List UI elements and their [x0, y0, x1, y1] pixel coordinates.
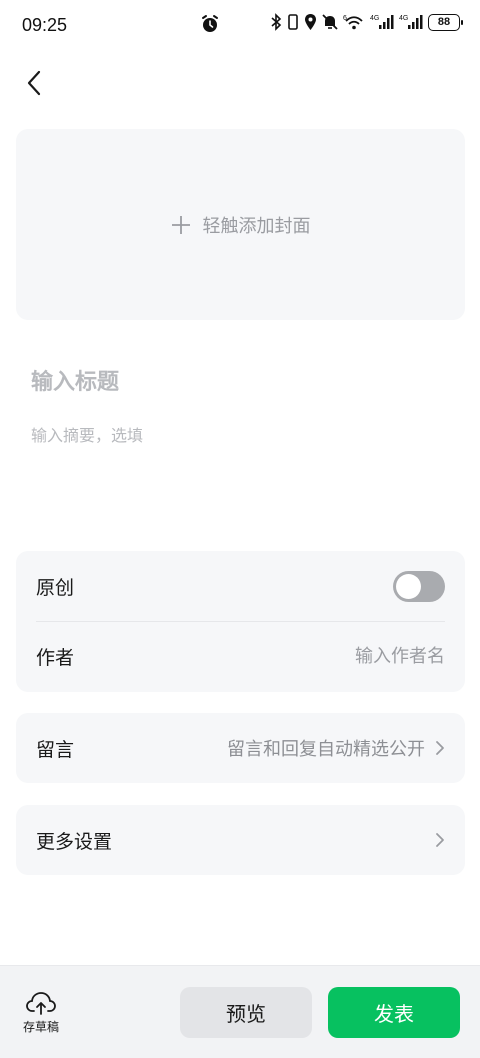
add-cover-button[interactable]: 轻触添加封面 [16, 129, 465, 320]
more-settings-card[interactable]: 更多设置 [16, 805, 465, 875]
cell-signal-1-icon: 4G [370, 15, 394, 29]
original-label: 原创 [36, 576, 75, 599]
battery-level: 88 [437, 16, 451, 28]
cell-signal-2-icon: 4G [399, 15, 423, 29]
mute-notification-icon [322, 14, 338, 30]
more-settings-label: 更多设置 [36, 830, 113, 853]
comments-value: 留言和回复自动精选公开 [227, 739, 425, 760]
author-label: 作者 [36, 646, 75, 669]
svg-text:4G: 4G [399, 15, 408, 22]
title-input[interactable] [31, 362, 451, 402]
chevron-right-icon [436, 833, 444, 847]
author-row: 作者 [16, 621, 465, 691]
original-row: 原创 [16, 551, 465, 621]
publish-button[interactable]: 发表 [328, 987, 460, 1038]
summary-input[interactable] [31, 420, 451, 450]
save-draft-label: 存草稿 [22, 1020, 59, 1034]
location-icon [305, 14, 316, 30]
chevron-right-icon [436, 741, 444, 755]
preview-button[interactable]: 预览 [180, 987, 312, 1038]
original-author-card: 原创 作者 [16, 551, 465, 692]
comments-card[interactable]: 留言 留言和回复自动精选公开 [16, 713, 465, 783]
comments-row[interactable]: 留言 留言和回复自动精选公开 [16, 713, 465, 783]
cloud-upload-icon [26, 992, 56, 1015]
comments-label: 留言 [36, 738, 75, 761]
status-time: 09:25 [22, 14, 68, 35]
vibrate-icon [288, 14, 298, 30]
save-draft-button[interactable]: 存草稿 [16, 990, 66, 1040]
status-icons: 6 4G 4G 88 [270, 13, 463, 31]
svg-text:4G: 4G [370, 15, 379, 22]
back-button[interactable] [18, 66, 50, 100]
battery-indicator: 88 [428, 13, 463, 31]
more-settings-row[interactable]: 更多设置 [16, 805, 465, 875]
status-bar: 09:25 6 4G 4G 88 [0, 0, 480, 50]
author-input[interactable] [265, 645, 445, 667]
bluetooth-icon [271, 13, 282, 31]
toggle-knob [396, 573, 421, 599]
comments-value-wrap: 留言和回复自动精选公开 [227, 735, 445, 761]
add-cover-label: 轻触添加封面 [202, 215, 311, 237]
more-settings-value-wrap [435, 832, 445, 848]
chevron-left-icon [27, 70, 41, 96]
plus-icon [171, 215, 190, 234]
bottom-bar: 存草稿 预览 发表 [0, 965, 480, 1058]
alarm-icon [202, 15, 218, 32]
wifi-icon: 6 [343, 15, 363, 30]
original-toggle[interactable] [393, 570, 445, 602]
